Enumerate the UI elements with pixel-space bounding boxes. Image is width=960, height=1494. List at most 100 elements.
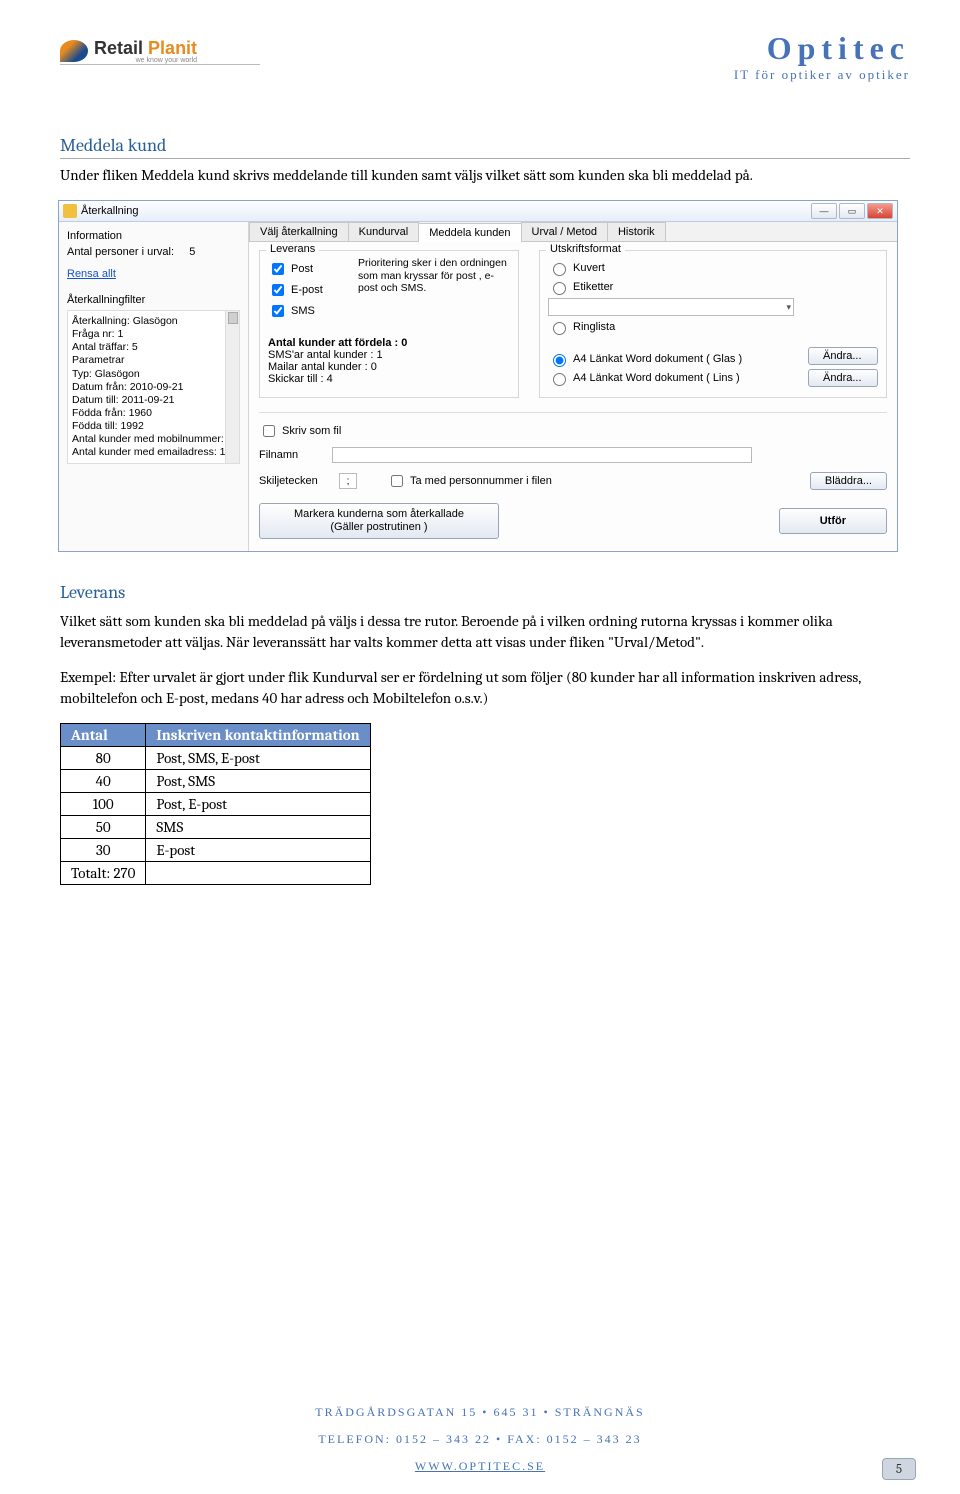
utfor-button[interactable]: Utför [779, 508, 887, 534]
filter-line: Födda från: 1960 [72, 407, 235, 420]
checkbox-epost[interactable]: E-post [268, 281, 348, 299]
etiketter-combo[interactable] [548, 298, 794, 316]
filter-line: Typ: Glasögon [72, 368, 235, 381]
fordela-title: Antal kunder att fördela : 0 [268, 337, 510, 349]
andra-button-glas[interactable]: Ändra... [808, 347, 878, 365]
table-cell: Post, SMS [146, 770, 370, 793]
tab-strip: Välj återkallning Kundurval Meddela kund… [249, 222, 897, 242]
count-label: Antal personer i urval: [67, 246, 174, 258]
tab-urval-metod[interactable]: Urval / Metod [521, 222, 608, 241]
tab-kundurval[interactable]: Kundurval [348, 222, 420, 241]
radio-etiketter[interactable]: Etiketter [548, 279, 794, 295]
priority-note: Prioritering sker i den ordningen som ma… [358, 257, 510, 323]
checkbox-sms[interactable]: SMS [268, 302, 348, 320]
filter-line: Datum från: 2010-09-21 [72, 381, 235, 394]
radio-a4-glas[interactable]: A4 Länkat Word dokument ( Glas ) [548, 351, 794, 367]
filter-line: Antal träffar: 5 [72, 341, 235, 354]
radio-a4-lins-label: A4 Länkat Word dokument ( Lins ) [573, 372, 740, 384]
clear-all-link[interactable]: Rensa allt [67, 268, 116, 280]
markera-aterkallade-button[interactable]: Markera kunderna som återkallade (Gäller… [259, 503, 499, 539]
panel-divider [259, 412, 887, 413]
info-group-label: Information [67, 230, 240, 242]
heading-meddela-kund: Meddela kund [60, 135, 910, 159]
checkbox-post-label: Post [291, 263, 313, 275]
table-cell: 40 [61, 770, 146, 793]
table-cell [146, 862, 370, 885]
sidebar-panel: Information Antal personer i urval: 5 Re… [59, 222, 249, 551]
table-cell-total: Totalt: 270 [61, 862, 146, 885]
radio-a4-glas-label: A4 Länkat Word dokument ( Glas ) [573, 353, 742, 365]
th-info: Inskriven kontaktinformation [146, 724, 370, 747]
filter-line: Fråga nr: 1 [72, 328, 235, 341]
filter-group-label: Återkallningfilter [67, 294, 240, 306]
filter-line: Parametrar [72, 354, 235, 367]
radio-ringlista[interactable]: Ringlista [548, 319, 794, 335]
table-cell: Post, SMS, E-post [146, 747, 370, 770]
count-value: 5 [189, 246, 195, 258]
markera-line-2: (Gäller postrutinen ) [270, 521, 488, 534]
window-titlebar[interactable]: Återkallning — ▭ ✕ [59, 201, 897, 222]
radio-etiketter-label: Etiketter [573, 281, 613, 293]
page-header: Retail Planit we know your world Optitec… [60, 30, 910, 105]
th-antal: Antal [61, 724, 146, 747]
radio-kuvert-label: Kuvert [573, 262, 605, 274]
fordela-line: Skickar till : 4 [268, 373, 510, 385]
contact-table: Antal Inskriven kontaktinformation 80Pos… [60, 723, 371, 885]
window-title: Återkallning [81, 205, 138, 217]
logo: Retail Planit we know your world [60, 30, 260, 105]
scrollbar[interactable] [225, 311, 239, 463]
maximize-button[interactable]: ▭ [839, 203, 865, 219]
checkbox-personnummer[interactable]: Ta med personnummer i filen [387, 472, 552, 490]
footer-phone: TELEFON: 0152 – 343 22 • FAX: 0152 – 343… [0, 1432, 960, 1447]
para-leverans-1: Vilket sätt som kunden ska bli meddelad … [60, 611, 910, 653]
checkbox-skriv-som-fil[interactable]: Skriv som fil [259, 422, 341, 440]
tab-valj-aterkallning[interactable]: Välj återkallning [249, 222, 349, 241]
table-cell: E-post [146, 839, 370, 862]
filnamn-input[interactable] [332, 447, 752, 463]
radio-a4-lins[interactable]: A4 Länkat Word dokument ( Lins ) [548, 370, 794, 386]
filter-line: Datum till: 2011-09-21 [72, 394, 235, 407]
checkbox-skriv-label: Skriv som fil [282, 425, 341, 437]
para-meddela-kund: Under fliken Meddela kund skrivs meddela… [60, 165, 910, 186]
logo-swirl-icon [60, 40, 88, 62]
filter-line: Återkallning: Glasögon [72, 315, 235, 328]
minimize-button[interactable]: — [811, 203, 837, 219]
window-icon [63, 204, 77, 218]
checkbox-epost-label: E-post [291, 284, 323, 296]
footer-address: TRÄDGÅRDSGATAN 15 • 645 31 • STRÄNGNÄS [0, 1405, 960, 1420]
tab-historik[interactable]: Historik [607, 222, 666, 241]
skilje-label: Skiljetecken [259, 475, 329, 487]
logo-tagline: we know your world [94, 57, 197, 64]
radio-kuvert[interactable]: Kuvert [548, 260, 794, 276]
filter-listbox[interactable]: Återkallning: Glasögon Fråga nr: 1 Antal… [67, 310, 240, 464]
filter-line: Antal kunder med emailadress: 1 [72, 446, 235, 459]
brand-block: Optitec IT för optiker av optiker [734, 30, 910, 83]
logo-word-2: Planit [148, 38, 197, 58]
table-cell: 30 [61, 839, 146, 862]
markera-line-1: Markera kunderna som återkallade [270, 508, 488, 521]
page-footer: TRÄDGÅRDSGATAN 15 • 645 31 • STRÄNGNÄS T… [0, 1405, 960, 1474]
table-cell: 100 [61, 793, 146, 816]
brand-title: Optitec [734, 30, 910, 67]
bladdra-button[interactable]: Bläddra... [810, 472, 887, 490]
footer-url[interactable]: WWW.OPTITEC.SE [415, 1459, 545, 1473]
tab-meddela-kunden[interactable]: Meddela kunden [418, 223, 521, 242]
logo-word-1: Retail [94, 38, 143, 58]
filter-line: Antal kunder med mobilnummer: 1 [72, 433, 235, 446]
skilje-input[interactable]: ; [339, 473, 357, 489]
checkbox-sms-label: SMS [291, 305, 315, 317]
brand-subtitle: IT för optiker av optiker [734, 67, 910, 83]
utskrift-legend: Utskriftsformat [546, 243, 625, 255]
filter-line: Födda till: 1992 [72, 420, 235, 433]
table-cell: Post, E-post [146, 793, 370, 816]
header-divider [60, 64, 260, 65]
filnamn-label: Filnamn [259, 449, 329, 461]
para-leverans-2: Exempel: Efter urvalet är gjort under fl… [60, 667, 910, 709]
andra-button-lins[interactable]: Ändra... [808, 369, 878, 387]
table-cell: 50 [61, 816, 146, 839]
checkbox-post[interactable]: Post [268, 260, 348, 278]
checkbox-personnummer-label: Ta med personnummer i filen [410, 475, 552, 487]
table-cell: 80 [61, 747, 146, 770]
close-button[interactable]: ✕ [867, 203, 893, 219]
radio-ringlista-label: Ringlista [573, 321, 615, 333]
